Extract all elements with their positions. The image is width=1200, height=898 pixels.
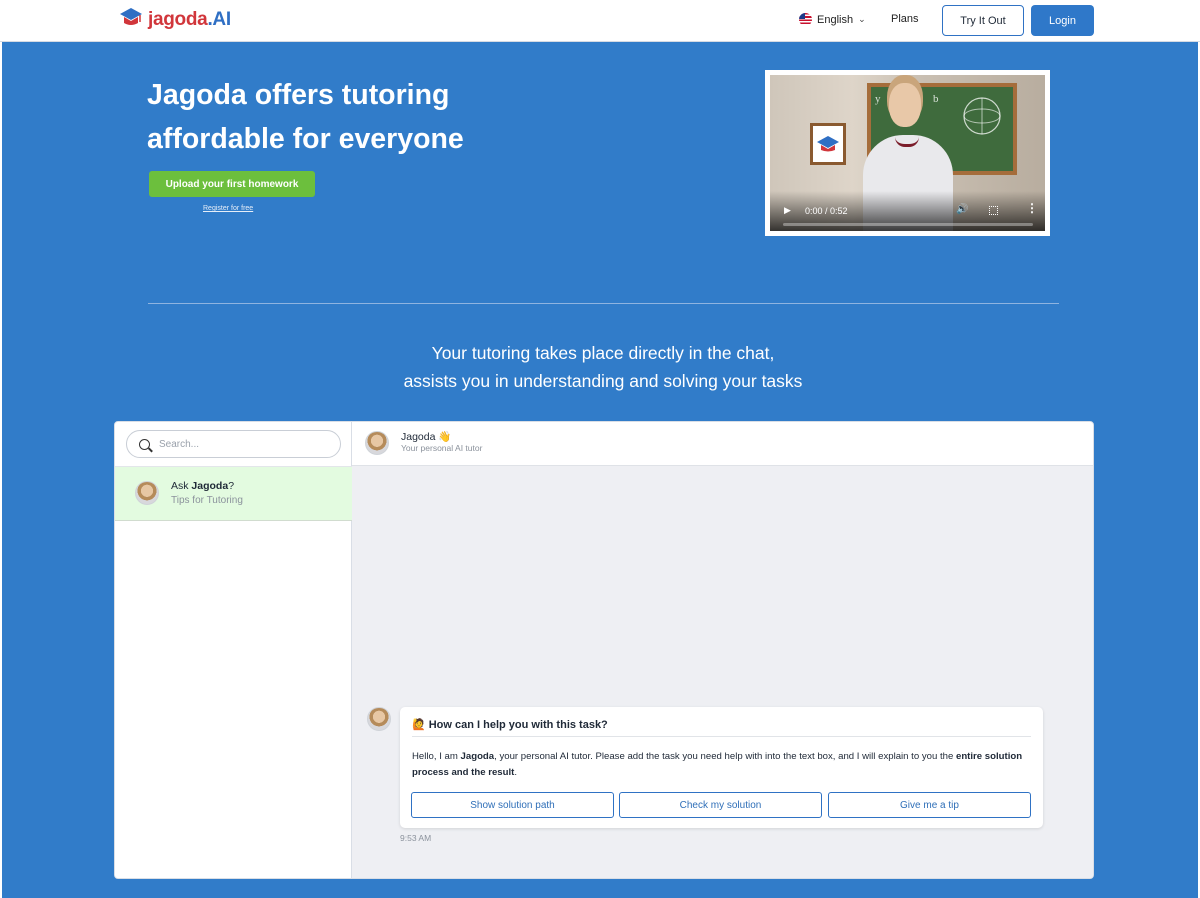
language-selector[interactable]: English ⌄ — [799, 13, 866, 26]
video-progress-bar[interactable] — [783, 223, 1033, 226]
conversation-title: Ask Jagoda? — [171, 480, 235, 492]
volume-icon[interactable]: 🔊 — [956, 204, 968, 215]
conversation-item-ask-jagoda[interactable]: Ask Jagoda? Tips for Tutoring — [115, 467, 352, 521]
chat-header: Jagoda 👋 Your personal AI tutor — [352, 422, 1093, 466]
video-thumbnail[interactable]: y b ▶ 0:00 / 0:52 🔊 ⋮ — [770, 75, 1045, 231]
search-field[interactable]: Search... — [126, 430, 341, 458]
chevron-down-icon: ⌄ — [858, 14, 866, 24]
waving-hand-icon: 👋 — [438, 431, 452, 443]
avatar — [365, 431, 389, 455]
chat-window: Search... Ask Jagoda? Tips for Tutoring … — [114, 421, 1094, 879]
video-player[interactable]: y b ▶ 0:00 / 0:52 🔊 ⋮ — [765, 70, 1050, 236]
tutor-name: Jagoda 👋 — [401, 431, 452, 443]
message-timestamp: 9:53 AM — [400, 833, 432, 843]
tutor-subtitle: Your personal AI tutor — [401, 443, 483, 453]
plans-link[interactable]: Plans — [891, 13, 919, 25]
try-it-out-button[interactable]: Try It Out — [942, 5, 1024, 36]
section-divider — [148, 303, 1059, 304]
chat-main: Jagoda 👋 Your personal AI tutor 🙋 How ca… — [352, 422, 1093, 878]
message-title: 🙋 How can I help you with this task? — [412, 718, 608, 732]
message-text: Hello, I am Jagoda, your personal AI tut… — [412, 751, 1023, 778]
more-options-icon[interactable]: ⋮ — [1026, 202, 1038, 214]
video-time: 0:00 / 0:52 — [805, 206, 848, 216]
jagoda-logo[interactable]: jagoda.AI — [118, 5, 231, 34]
video-controls: ▶ 0:00 / 0:52 🔊 ⋮ — [770, 191, 1045, 231]
student-icon: 🙋 — [412, 719, 426, 731]
show-solution-path-button[interactable]: Show solution path — [411, 792, 614, 818]
search-placeholder: Search... — [159, 438, 200, 450]
login-button[interactable]: Login — [1031, 5, 1094, 36]
message-bubble: 🙋 How can I help you with this task? Hel… — [400, 707, 1043, 828]
us-flag-icon — [799, 13, 812, 26]
logo-text: jagoda.AI — [148, 8, 231, 30]
graduation-cap-icon — [118, 5, 144, 34]
conversation-sidebar: Search... Ask Jagoda? Tips for Tutoring — [115, 422, 352, 878]
register-link[interactable]: Register for free — [203, 205, 253, 212]
search-icon — [139, 438, 150, 450]
fullscreen-icon[interactable] — [989, 206, 998, 215]
message-divider — [412, 736, 1031, 737]
avatar — [367, 707, 391, 731]
play-icon[interactable]: ▶ — [784, 205, 791, 216]
check-my-solution-button[interactable]: Check my solution — [619, 792, 822, 818]
tutor-head — [889, 83, 921, 127]
top-navbar: jagoda.AI English ⌄ Plans Try It Out Log… — [0, 0, 1200, 42]
conversation-subtitle: Tips for Tutoring — [171, 495, 243, 506]
chat-intro-text: Your tutoring takes place directly in th… — [403, 343, 803, 391]
avatar — [135, 481, 159, 505]
upload-homework-button[interactable]: Upload your first homework — [149, 171, 315, 197]
give-me-a-tip-button[interactable]: Give me a tip — [828, 792, 1031, 818]
language-label: English — [817, 13, 854, 26]
hero-title: Jagoda offers tutoring affordable for ev… — [147, 79, 464, 155]
wall-logo-panel — [810, 123, 846, 165]
